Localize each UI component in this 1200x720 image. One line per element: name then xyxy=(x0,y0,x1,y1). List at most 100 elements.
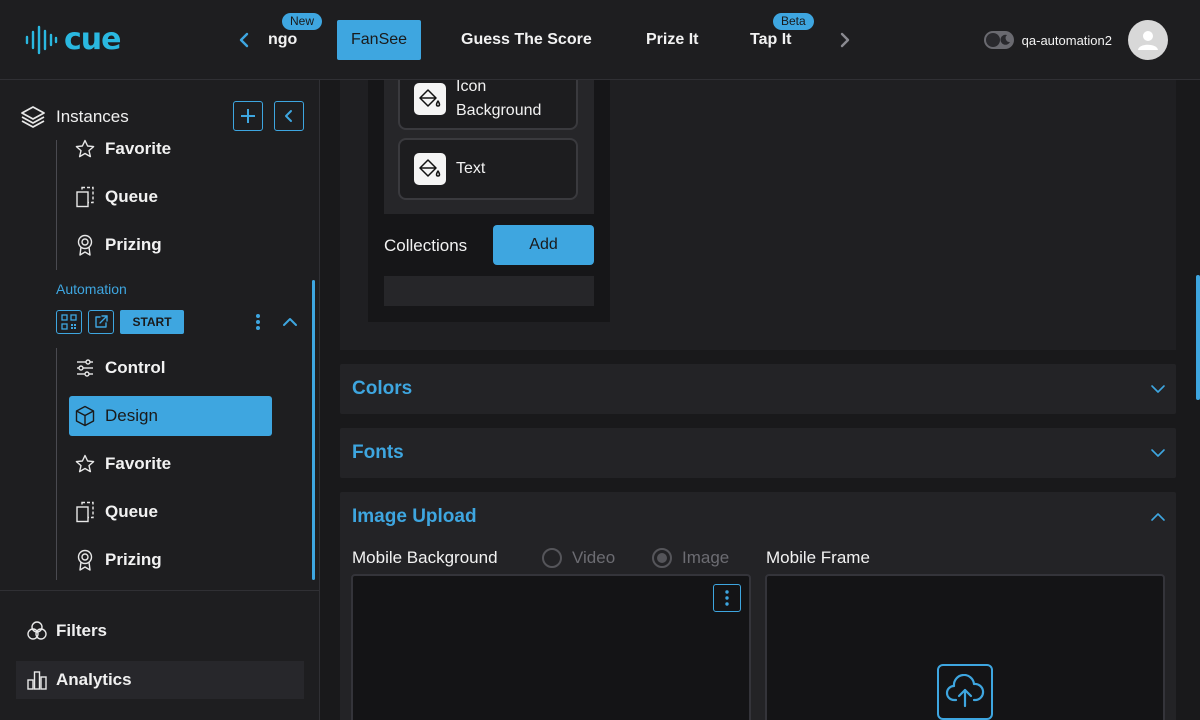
theme-toggle[interactable] xyxy=(983,31,1014,49)
mobile-background-label: Mobile Background xyxy=(352,548,498,567)
tab-tap-it[interactable]: Tap It Beta xyxy=(750,13,814,60)
sidebar-item-label: Favorite xyxy=(105,454,172,473)
cloud-upload-icon xyxy=(945,674,985,708)
radio-video-label: Video xyxy=(572,548,616,567)
star-icon xyxy=(75,454,95,474)
mobile-frame-dropzone[interactable] xyxy=(765,574,1165,720)
design-elements-panel: Icon Background Text Collections Add xyxy=(340,80,1176,350)
sidebar-footer: Filters Analytics xyxy=(0,590,320,720)
colors-section[interactable]: Colors xyxy=(340,364,1176,414)
chevron-up-icon xyxy=(283,318,297,326)
image-upload-section-title[interactable]: Image Upload xyxy=(352,506,477,528)
layers-icon xyxy=(21,106,45,128)
tab-prize-it[interactable]: Prize It xyxy=(646,20,698,60)
collapse-instance-button[interactable] xyxy=(280,312,300,332)
mobile-frame-label: Mobile Frame xyxy=(766,548,870,567)
sidebar-scrollbar[interactable] xyxy=(312,280,315,580)
tabs-prev-arrow[interactable] xyxy=(236,30,252,50)
tab-label: Tap It xyxy=(750,31,792,48)
fonts-section[interactable]: Fonts xyxy=(340,428,1176,478)
collapse-sidebar-button[interactable] xyxy=(274,101,304,131)
icon-background-button[interactable]: Icon Background xyxy=(398,80,578,130)
filters-icon xyxy=(26,620,48,642)
text-label: Text xyxy=(456,160,486,177)
fonts-section-title: Fonts xyxy=(352,442,404,463)
sidebar-item-prizing[interactable]: Prizing xyxy=(75,548,162,572)
sidebar-item-queue[interactable]: Queue xyxy=(75,185,158,209)
main-content: Icon Background Text Collections Add Col… xyxy=(320,80,1200,720)
tab-label: Guess The Score xyxy=(461,31,592,48)
user-icon xyxy=(1138,31,1158,50)
upload-button[interactable] xyxy=(937,664,993,720)
instance-automation-label[interactable]: Automation xyxy=(56,281,127,297)
logo-text: cue xyxy=(64,22,121,57)
qr-code-button[interactable] xyxy=(56,310,82,334)
mobile-background-dropzone[interactable] xyxy=(351,574,751,720)
sidebar-item-filters[interactable]: Filters xyxy=(16,612,304,650)
add-instance-button[interactable] xyxy=(233,101,263,131)
chevron-right-icon xyxy=(840,32,850,48)
more-options-button[interactable] xyxy=(250,310,266,334)
user-area: qa-automation2 xyxy=(983,20,1168,60)
radio-image[interactable]: Image xyxy=(652,548,729,568)
chevron-down-icon xyxy=(1151,449,1165,457)
qr-code-icon xyxy=(61,314,77,330)
instances-header: Instances xyxy=(20,104,129,130)
soundwave-logo-icon xyxy=(25,25,58,54)
paint-bucket-icon xyxy=(414,83,446,115)
start-button[interactable]: START xyxy=(120,310,184,334)
open-external-button[interactable] xyxy=(88,310,114,334)
chevron-left-icon xyxy=(285,110,292,122)
tree-line xyxy=(56,140,57,270)
beta-badge: Beta xyxy=(773,13,814,30)
avatar[interactable] xyxy=(1128,20,1168,60)
collections-list xyxy=(384,276,594,306)
sidebar-item-favorite[interactable]: Favorite xyxy=(75,452,171,476)
background-options-button[interactable] xyxy=(713,584,741,612)
cue-logo[interactable]: cue xyxy=(24,22,121,57)
sidebar-item-label: Prizing xyxy=(105,550,162,569)
sidebar-item-control[interactable]: Control xyxy=(75,356,165,380)
new-badge: New xyxy=(282,13,323,30)
radio-circle xyxy=(652,548,672,568)
sidebar-item-label: Control xyxy=(105,358,166,377)
sliders-icon xyxy=(75,358,95,378)
sidebar-item-favorite[interactable]: Favorite xyxy=(75,137,171,161)
sidebar-item-label: Queue xyxy=(105,502,158,521)
sidebar-item-label: Filters xyxy=(56,621,108,640)
sidebar-item-design[interactable]: Design xyxy=(75,404,158,428)
sidebar-item-label: Queue xyxy=(105,187,158,206)
paint-bucket-icon xyxy=(414,153,446,185)
text-button[interactable]: Text xyxy=(398,138,578,200)
tab-label: ngo xyxy=(268,31,298,48)
sidebar-item-queue[interactable]: Queue xyxy=(75,500,158,524)
queue-icon xyxy=(75,186,95,208)
sidebar-item-analytics[interactable]: Analytics xyxy=(16,661,304,699)
colors-section-title: Colors xyxy=(352,378,413,399)
add-collection-button[interactable]: Add xyxy=(493,225,594,265)
tab-bingo[interactable]: ngo New xyxy=(268,13,323,60)
username[interactable]: qa-automation2 xyxy=(1022,33,1112,48)
tab-fansee[interactable]: FanSee xyxy=(337,20,422,60)
main-scrollbar[interactable] xyxy=(1196,275,1200,400)
tab-label: Prize It xyxy=(646,31,699,48)
collections-label: Collections xyxy=(384,236,468,255)
chevron-up-icon[interactable] xyxy=(1150,512,1166,522)
chevron-down-icon xyxy=(1151,385,1165,393)
tabs-next-arrow[interactable] xyxy=(837,30,853,50)
top-bar: cue ngo New FanSee Guess The Score Prize… xyxy=(0,0,1200,80)
sidebar-item-label: Design xyxy=(105,406,158,425)
icon-background-label: Icon Background xyxy=(456,80,542,119)
kebab-menu-icon xyxy=(725,590,729,606)
analytics-icon xyxy=(26,669,48,691)
sidebar-item-prizing[interactable]: Prizing xyxy=(75,233,162,257)
award-icon xyxy=(75,549,95,571)
kebab-menu-icon xyxy=(256,314,260,330)
instances-title: Instances xyxy=(56,107,129,126)
design-elements-card: Icon Background Text Collections Add xyxy=(368,80,610,322)
tab-guess-the-score[interactable]: Guess The Score xyxy=(461,20,592,60)
radio-video[interactable]: Video xyxy=(542,548,615,568)
radio-circle xyxy=(542,548,562,568)
element-list: Icon Background Text xyxy=(384,80,594,214)
tab-label: FanSee xyxy=(351,31,408,48)
